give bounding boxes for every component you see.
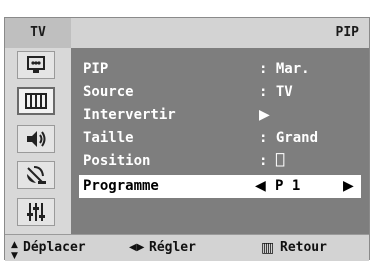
menu-row-label: Taille: [83, 130, 134, 146]
menu-row-value: : Grand: [259, 130, 319, 146]
sidebar-item-sound[interactable]: [17, 125, 55, 153]
footer-hints: ▲▼ Déplacer ◀▶ Régler ▥ Retour: [5, 234, 369, 261]
sidebar-item-setup[interactable]: [17, 87, 55, 115]
osd-menu: TV PIP PIP: Mar. Source: TV Interverti…: [4, 17, 370, 261]
menu-row-source[interactable]: Source : TV: [79, 81, 361, 104]
menu-row-value: : TV: [259, 84, 293, 100]
header-bar: TV PIP: [5, 18, 369, 48]
footer-adjust-label: Régler: [149, 240, 196, 255]
picture-icon: [27, 56, 45, 73]
sidebar-item-equalizer[interactable]: [17, 198, 55, 226]
menu-row-taille[interactable]: Taille : Grand: [79, 127, 361, 150]
footer-return-label: Retour: [280, 240, 327, 255]
position-value: : ⎕: [259, 153, 285, 169]
equalizer-icon: [27, 203, 45, 221]
menu-row-label: Intervertir: [83, 107, 176, 123]
return-menu-icon: ▥: [261, 240, 275, 256]
menu-row-pip[interactable]: PIP : Mar.: [79, 58, 361, 81]
menu-row-intervertir[interactable]: Intervertir ▶: [79, 104, 361, 127]
menu-row-position[interactable]: Position : ⎕: [79, 150, 361, 173]
menu-row-label: Programme: [83, 178, 159, 194]
decrease-arrow-icon[interactable]: ◀: [255, 175, 266, 198]
sound-icon: [27, 131, 46, 147]
menu-row-label: PIP: [83, 61, 109, 77]
page-title: PIP: [335, 25, 359, 40]
footer-move-label: Déplacer: [23, 240, 86, 255]
channel-antenna-icon: [27, 166, 46, 184]
increase-arrow-icon[interactable]: ▶: [343, 175, 354, 198]
adjust-leftright-icon: ◀▶: [129, 242, 145, 253]
header-source-label: TV: [5, 18, 71, 48]
setup-icon: [25, 93, 47, 109]
sidebar-item-channel[interactable]: [17, 161, 55, 189]
menu-content: PIP : Mar. Source : TV Intervertir ▶ Tai…: [71, 48, 369, 234]
sidebar: [5, 48, 71, 234]
menu-row-label: Position: [83, 153, 151, 169]
menu-row-label: Source: [83, 84, 134, 100]
swap-arrow-icon: ▶: [259, 107, 270, 123]
sidebar-item-picture[interactable]: [17, 51, 55, 79]
menu-row-programme[interactable]: Programme ◀ P 1 ▶: [79, 175, 361, 198]
move-updown-icon: ▲▼: [11, 240, 18, 261]
menu-row-value: : Mar.: [259, 61, 310, 77]
menu-row-value: P 1: [275, 178, 301, 194]
